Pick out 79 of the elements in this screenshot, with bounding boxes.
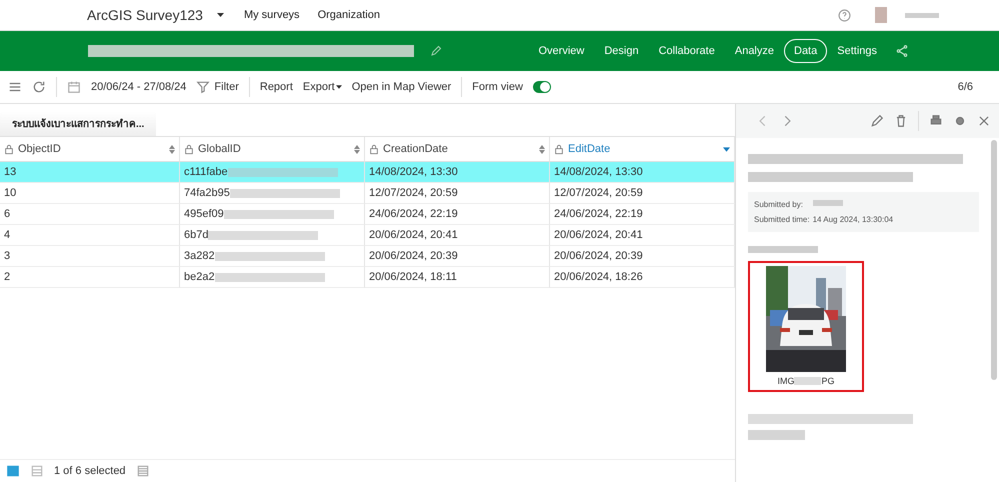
nav-link[interactable]: Organization — [318, 9, 380, 21]
menu-icon[interactable] — [8, 80, 22, 94]
sort-icon[interactable] — [539, 144, 545, 154]
info-label: Submitted by: — [754, 200, 803, 209]
lock-icon — [554, 144, 564, 154]
toggle-label: Form view — [472, 81, 523, 93]
cell-text: 14/08/2024, 13:30 — [369, 166, 458, 178]
info-label: Submitted time: — [754, 215, 810, 224]
sort-descending-icon[interactable] — [723, 146, 730, 152]
redacted-text — [794, 377, 822, 385]
caption-text: IMG — [777, 376, 794, 386]
redacted-text — [905, 12, 939, 18]
cell-text: 2 — [4, 271, 10, 283]
report-button[interactable]: Report — [260, 81, 293, 93]
survey-tab[interactable]: Data — [784, 39, 828, 63]
lock-icon — [4, 144, 14, 154]
cell-text: c111fabe — [184, 166, 228, 178]
cell-text: 13 — [4, 166, 16, 178]
sort-icon[interactable] — [354, 144, 360, 154]
export-button[interactable]: Export — [302, 81, 335, 93]
refresh-icon[interactable] — [32, 80, 46, 94]
cell-text: 24/06/2024, 22:19 — [369, 208, 458, 220]
cell-text: 4 — [4, 229, 10, 241]
trash-icon[interactable] — [894, 114, 908, 128]
cell-text: 3a282 — [184, 250, 215, 262]
map-viewer-button[interactable]: Open in Map Viewer — [352, 81, 452, 93]
redacted-text — [748, 430, 805, 440]
cell-text: 20/06/2024, 20:41 — [369, 229, 458, 241]
cell-text: 12/07/2024, 20:59 — [554, 187, 643, 199]
survey-tab[interactable]: Analyze — [724, 39, 784, 63]
list-icon[interactable] — [136, 464, 150, 478]
info-value: 14 Aug 2024, 13:30:04 — [812, 215, 894, 224]
scrollbar[interactable] — [991, 140, 997, 380]
header-label: CreationDate — [383, 143, 448, 155]
filter-icon[interactable] — [196, 80, 210, 94]
cell-text: 20/06/2024, 20:39 — [554, 250, 643, 262]
cell-text: 20/06/2024, 18:26 — [554, 271, 643, 283]
header-label: GlobalID — [198, 143, 241, 155]
redacted-text — [748, 246, 818, 253]
cell-text: 10 — [4, 187, 16, 199]
header-label: ObjectID — [18, 143, 61, 155]
cell-text: 14/08/2024, 13:30 — [554, 166, 643, 178]
caret-icon[interactable] — [216, 13, 224, 17]
caption-text: PG — [821, 376, 834, 386]
share-icon[interactable] — [895, 44, 909, 58]
survey-tab[interactable]: Settings — [827, 39, 887, 63]
cell-text: 20/06/2024, 20:41 — [554, 229, 643, 241]
sort-icon[interactable] — [169, 144, 175, 154]
close-icon[interactable] — [977, 114, 991, 128]
cell-text: 12/07/2024, 20:59 — [369, 187, 458, 199]
pencil-icon[interactable] — [870, 114, 884, 128]
pencil-icon[interactable] — [430, 45, 442, 57]
cell-text: 74fa2b95 — [184, 187, 230, 199]
cell-text: 3 — [4, 250, 10, 262]
calendar-icon[interactable] — [67, 80, 81, 94]
caret-icon[interactable] — [336, 85, 342, 89]
attachment-card[interactable]: IMG PG — [748, 261, 864, 392]
redacted-text — [812, 200, 843, 206]
nav-link[interactable]: My surveys — [244, 9, 300, 21]
cell-text: 20/06/2024, 20:39 — [369, 250, 458, 262]
cell-text: 6 — [4, 208, 10, 220]
survey-tab[interactable]: Collaborate — [648, 39, 725, 63]
lock-icon — [184, 144, 194, 154]
selection-count: 1 of 6 selected — [54, 465, 126, 477]
record-count: 6/6 — [958, 81, 973, 93]
help-icon[interactable] — [838, 8, 851, 22]
form-view-toggle[interactable] — [532, 81, 551, 93]
header-label: EditDate — [568, 143, 610, 155]
lock-icon — [369, 144, 379, 154]
cell-text: 6b7d — [184, 229, 208, 241]
cell-text: 24/06/2024, 22:19 — [554, 208, 643, 220]
cell-text: 495ef09 — [184, 208, 224, 220]
app-title: ArcGIS Survey123 — [87, 7, 203, 23]
cell-text: be2a2 — [184, 271, 215, 283]
survey-tab[interactable]: Overview — [528, 39, 594, 63]
filter-button[interactable]: Filter — [214, 81, 239, 93]
date-range[interactable]: 20/06/24 - 27/08/24 — [91, 81, 186, 93]
cell-text: 20/06/2024, 18:11 — [369, 271, 457, 283]
survey-tab[interactable]: Design — [594, 39, 649, 63]
